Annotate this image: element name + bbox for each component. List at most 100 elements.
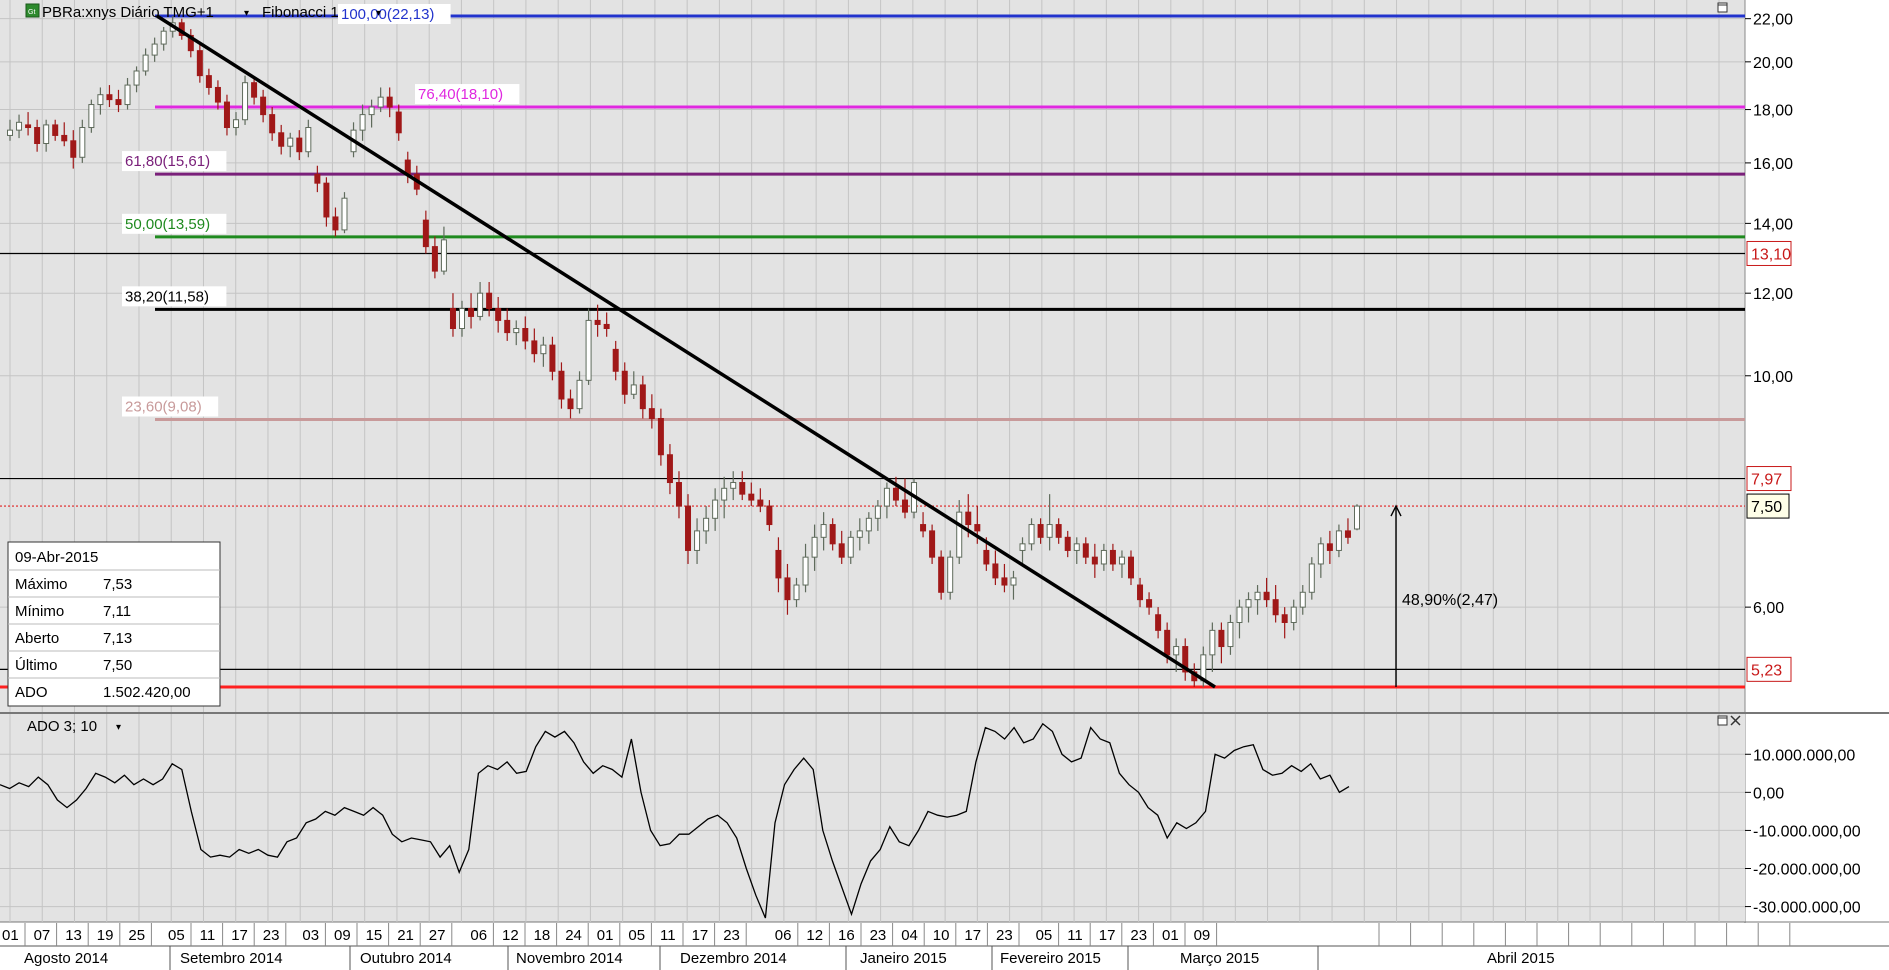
candle-body bbox=[332, 216, 339, 231]
indicator-dropdown-icon[interactable]: ▾ bbox=[116, 722, 121, 733]
candle-body bbox=[1064, 536, 1071, 551]
candle-body bbox=[16, 121, 23, 131]
indicator-panel-background bbox=[0, 714, 1745, 922]
candle-body bbox=[694, 530, 701, 551]
candle-body bbox=[639, 384, 646, 410]
candle-body bbox=[314, 173, 321, 184]
candle-body bbox=[630, 384, 637, 395]
candle-body bbox=[61, 134, 68, 142]
candle-body bbox=[486, 292, 493, 310]
candle-body bbox=[1299, 591, 1306, 608]
candle-body bbox=[703, 517, 710, 532]
candle-body bbox=[431, 246, 438, 272]
candle-body bbox=[929, 530, 936, 558]
candle-body bbox=[205, 75, 212, 88]
fibonacci-level-label: 50,00(13,59) bbox=[125, 216, 210, 233]
candle-body bbox=[721, 487, 728, 501]
candle-body bbox=[440, 239, 447, 272]
price-axis-label: 18,00 bbox=[1753, 103, 1793, 120]
candle-body bbox=[757, 499, 764, 507]
ado-axis: 10.000.000,00 0,00 -10.000.000,00 -20.000.0… bbox=[1745, 747, 1861, 917]
current-price-label: 7,50 bbox=[1751, 499, 1782, 516]
candle-body bbox=[1317, 543, 1324, 565]
date-tick-label: 17 bbox=[1099, 927, 1116, 944]
candle-body bbox=[25, 124, 32, 129]
candle-body bbox=[1055, 524, 1062, 538]
candle-body bbox=[883, 487, 890, 507]
candle-body bbox=[459, 308, 466, 330]
date-tick-label: 17 bbox=[964, 927, 981, 944]
candle-body bbox=[576, 379, 583, 410]
candle-body bbox=[1019, 543, 1026, 551]
date-tick-label: 15 bbox=[366, 927, 383, 944]
fibonacci-level-label: 76,40(18,10) bbox=[418, 86, 503, 103]
candle-body bbox=[260, 96, 267, 116]
candle-body bbox=[196, 50, 203, 77]
date-tick-label: 19 bbox=[97, 927, 114, 944]
month-label: Dezembro 2014 bbox=[680, 950, 787, 967]
info-value-open: 7,13 bbox=[103, 630, 132, 647]
candle-body bbox=[1263, 591, 1270, 601]
price-axis-label: 10,00 bbox=[1753, 369, 1793, 386]
candle-body bbox=[7, 129, 13, 136]
study-dropdown-icon[interactable]: ▾ bbox=[376, 8, 381, 19]
month-label: Agosto 2014 bbox=[24, 950, 108, 967]
info-label-ado: ADO bbox=[15, 684, 48, 701]
candle-body bbox=[1236, 606, 1243, 623]
date-tick-label: 11 bbox=[200, 927, 216, 944]
date-tick-label: 17 bbox=[231, 927, 248, 944]
candle-body bbox=[1109, 549, 1116, 565]
date-tick-label: 23 bbox=[996, 927, 1013, 944]
date-tick-label: 23 bbox=[870, 927, 887, 944]
candle-body bbox=[1046, 524, 1053, 538]
date-tick-label: 06 bbox=[775, 927, 792, 944]
candle-body bbox=[377, 96, 384, 108]
candle-body bbox=[1146, 599, 1153, 608]
month-label: Março 2015 bbox=[1180, 950, 1259, 967]
candle-body bbox=[956, 511, 963, 558]
candle-body bbox=[214, 86, 221, 103]
candle-body bbox=[820, 524, 827, 538]
candle-body bbox=[1209, 629, 1216, 656]
candle-body bbox=[594, 319, 601, 325]
price-axis-label: 20,00 bbox=[1753, 55, 1793, 72]
candle-body bbox=[287, 137, 294, 147]
date-tick-label: 05 bbox=[1036, 927, 1053, 944]
chart-title-bar[interactable]: Gt PBRa:xnys Diário TMG+1 ▾ Fibonacci 1 … bbox=[25, 3, 381, 21]
price-panel-maximize-icon[interactable] bbox=[1717, 2, 1728, 13]
month-label: Novembro 2014 bbox=[516, 950, 623, 967]
info-date: 09-Abr-2015 bbox=[15, 549, 98, 566]
candle-body bbox=[1164, 629, 1171, 656]
candle-body bbox=[793, 584, 800, 601]
month-label: Fevereiro 2015 bbox=[1000, 950, 1101, 967]
date-tick-label: 27 bbox=[429, 927, 446, 944]
candle-body bbox=[1155, 614, 1162, 631]
date-tick-label: 13 bbox=[65, 927, 82, 944]
candle-body bbox=[97, 94, 104, 106]
candle-body bbox=[106, 94, 113, 101]
candle-body bbox=[675, 482, 682, 507]
chart-title[interactable]: PBRa:xnys Diário TMG+1 bbox=[42, 4, 214, 21]
candle-body bbox=[477, 292, 484, 317]
date-tick-label: 05 bbox=[628, 927, 645, 944]
candle-body bbox=[242, 82, 249, 121]
ado-axis-label: -10.000.000,00 bbox=[1753, 823, 1861, 840]
date-tick-label: 23 bbox=[723, 927, 740, 944]
candle-body bbox=[1073, 543, 1080, 551]
indicator-title[interactable]: ADO 3; 10 bbox=[27, 718, 97, 735]
ado-axis-label: 10.000.000,00 bbox=[1753, 747, 1855, 764]
date-tick-label: 01 bbox=[1162, 927, 1179, 944]
info-value-min: 7,11 bbox=[103, 603, 131, 620]
date-tick-label: 12 bbox=[502, 927, 519, 944]
chart-canvas: 100,00(22,13) 76,40(18,10) 61,80(15,61) 50,… bbox=[0, 0, 1889, 970]
candle-body bbox=[395, 111, 402, 134]
date-axis: 01 07 13 19 25 05 11 17 23 03 09 15 21 27 06 12 18 24 01 05… bbox=[0, 923, 1889, 970]
measure-label: 48,90%(2,47) bbox=[1402, 592, 1498, 609]
indicator-maximize-icon[interactable] bbox=[1717, 715, 1728, 726]
candle-body bbox=[802, 556, 809, 586]
chart-study-title[interactable]: Fibonacci 1 bbox=[262, 4, 339, 21]
candle-body bbox=[1308, 563, 1315, 593]
fibonacci-level-label: 100,00(22,13) bbox=[341, 6, 434, 23]
title-dropdown-icon[interactable]: ▾ bbox=[244, 8, 249, 19]
candle-body bbox=[1227, 621, 1234, 648]
